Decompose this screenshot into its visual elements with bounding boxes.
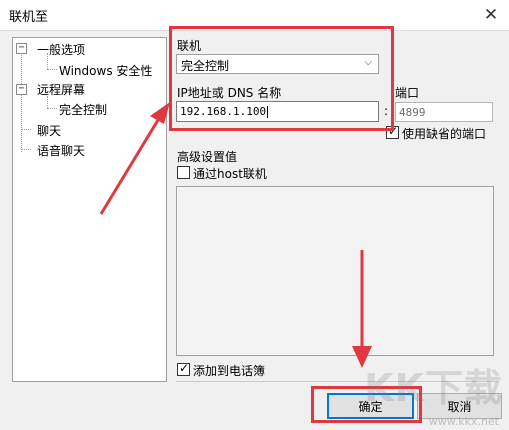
arrow-icon: [99, 102, 170, 215]
arrow-icon: [352, 250, 372, 368]
watermark-url: www.kkx.net: [428, 415, 499, 428]
watermark: KK下载: [364, 366, 503, 410]
